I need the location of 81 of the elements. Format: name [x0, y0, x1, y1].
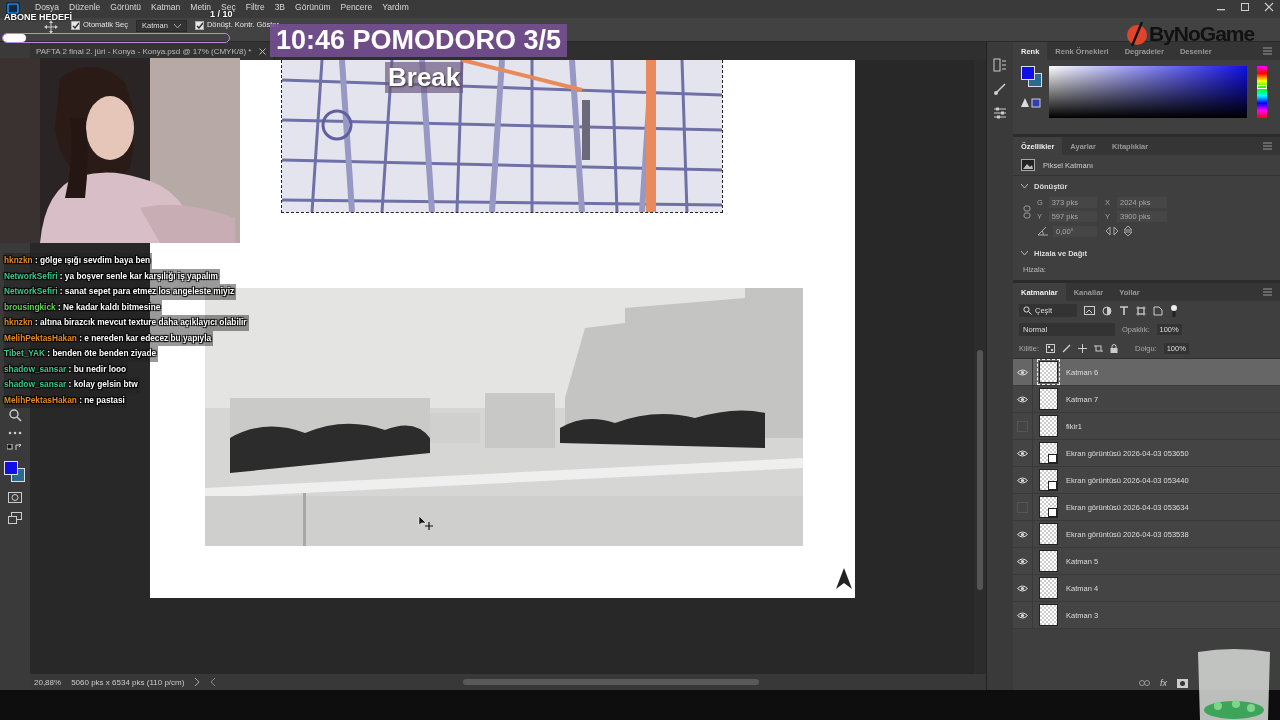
image-filter-icon[interactable] — [1084, 306, 1095, 315]
color-field[interactable] — [1049, 66, 1247, 118]
color-swatches[interactable] — [1021, 66, 1043, 88]
menu-item[interactable]: Pencere — [335, 2, 378, 12]
menu-item[interactable]: Metin — [185, 2, 217, 12]
flip-horizontal-icon[interactable] — [1105, 226, 1119, 236]
app-logo-icon — [6, 2, 20, 15]
menu-item[interactable]: Görünüm — [290, 2, 336, 12]
eye-icon[interactable] — [1017, 395, 1028, 403]
menu-item[interactable]: Görüntü — [105, 2, 146, 12]
tab-label: PAFTA 2 final 2. jüri - Konya - Konya.psd @ 17% (CMYK/8) * — [36, 46, 252, 56]
maximize-icon[interactable] — [1240, 2, 1250, 12]
subscriber-goal-label: ABONE HEDEFİ — [4, 12, 72, 22]
eye-icon[interactable] — [1017, 584, 1028, 592]
more-tools-icon[interactable] — [8, 431, 22, 435]
chat-message: shadow_sansar : bu nedir looo — [4, 361, 129, 377]
eye-icon[interactable] — [1017, 557, 1028, 565]
chat-message: brousingkick : Ne kadar kaldı bitmesine — [4, 299, 163, 315]
move-icon[interactable] — [1078, 344, 1087, 353]
caret-icon — [173, 23, 181, 29]
north-arrow-icon — [835, 566, 853, 590]
chevron-down-icon[interactable] — [1021, 184, 1028, 189]
zoom-icon[interactable] — [8, 408, 22, 422]
document-info: 5060 pks x 6534 pks (110 p/cm) — [71, 677, 185, 687]
type-filter-icon[interactable] — [1119, 305, 1129, 316]
filter-toggle-icon[interactable] — [1170, 304, 1178, 317]
brush-icon[interactable] — [1062, 344, 1071, 353]
artboard-icon[interactable] — [1094, 344, 1103, 353]
quick-mask-icon[interactable] — [8, 492, 22, 503]
chevron-left-icon[interactable] — [210, 678, 217, 686]
lock-pixels-icon[interactable] — [1046, 344, 1055, 353]
menu-item[interactable]: Filtre — [240, 2, 270, 12]
pomodoro-phase: Break — [385, 62, 464, 93]
chat-message: hknzkn : altına birazcık mevcut texture daha açıklayıcı olabilir — [4, 315, 249, 331]
menu-item[interactable]: Dosya — [30, 2, 65, 12]
chat-message: MelihPektasHakan : ne pastasi — [4, 392, 127, 408]
eye-icon[interactable] — [1017, 476, 1028, 484]
shape-filter-icon[interactable] — [1136, 305, 1146, 316]
brush-icon[interactable] — [993, 82, 1007, 96]
chat-message: shadow_sansar : kolay gelsin btw — [4, 377, 140, 393]
menu-item[interactable]: 3B — [269, 2, 291, 12]
smart-object-filter-icon[interactable] — [1153, 305, 1163, 316]
color-swatches[interactable] — [4, 461, 26, 483]
close-icon[interactable] — [259, 47, 267, 55]
lock-icon[interactable] — [1110, 344, 1118, 353]
checkbox[interactable] — [71, 21, 80, 30]
eye-icon[interactable] — [1017, 368, 1028, 376]
gamut-warning-icon[interactable] — [1021, 98, 1041, 108]
chat-message: Tibet_YAK : benden öte benden ziyade — [4, 346, 159, 362]
hue-slider[interactable] — [1257, 66, 1267, 118]
effects-button[interactable]: fx — [1160, 678, 1167, 688]
history-icon[interactable] — [993, 58, 1007, 72]
chevron-right-icon[interactable] — [194, 678, 201, 686]
eye-icon[interactable] — [1017, 530, 1028, 538]
link-icon[interactable] — [1023, 205, 1031, 219]
flip-vertical-icon[interactable] — [1123, 225, 1133, 237]
menu-item[interactable]: Yardım — [377, 2, 414, 12]
eye-icon[interactable] — [1017, 449, 1028, 457]
move-cursor-icon — [418, 515, 434, 531]
swap-colors-icon[interactable] — [7, 444, 23, 452]
link-icon[interactable] — [1139, 680, 1150, 686]
move-tool-icon[interactable] — [44, 20, 58, 34]
subscriber-goal-count: 1 / 10 — [210, 9, 233, 19]
adjustment-filter-icon[interactable] — [1102, 305, 1112, 316]
chat-message: hknzkn : gölge ışığı sevdim baya ben — [4, 253, 153, 269]
search-icon — [1023, 306, 1032, 315]
angle-icon — [1037, 226, 1049, 236]
image-icon — [1021, 159, 1035, 171]
sliders-icon[interactable] — [993, 106, 1007, 120]
eye-icon[interactable] — [1017, 611, 1028, 619]
close-icon[interactable] — [1264, 2, 1274, 12]
menu-item[interactable]: Katman — [146, 2, 186, 12]
scrollbar[interactable] — [974, 60, 986, 674]
menu-item[interactable]: Düzenle — [64, 2, 106, 12]
zoom-level: 20,88% — [34, 677, 62, 687]
screen-mode-icon[interactable] — [8, 512, 22, 524]
checkbox[interactable] — [194, 21, 204, 30]
mask-icon[interactable] — [1177, 678, 1188, 688]
logo-icon — [1126, 22, 1148, 46]
chat-message: NetworkSefiri : sanat sepet para etmez los angeleste miyiz — [4, 284, 237, 300]
chevron-down-icon[interactable] — [1021, 251, 1028, 256]
